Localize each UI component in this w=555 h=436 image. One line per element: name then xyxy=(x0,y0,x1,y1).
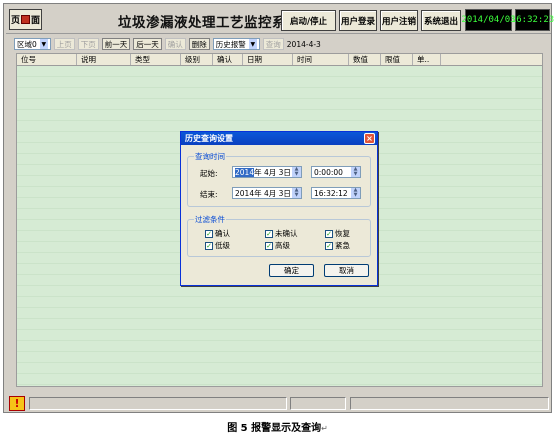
chevron-down-icon: ▼ xyxy=(248,39,257,49)
exit-button[interactable]: 系统退出 xyxy=(421,10,461,31)
column-header[interactable]: 位号 xyxy=(17,54,77,65)
history-query-dialog: 历史查询设置 × 查询时间 起始: 2014 年 4月 3日 ▲ ▼ 0:00:0… xyxy=(180,131,378,286)
history-select[interactable]: 历史报警 ▼ xyxy=(212,38,260,50)
column-header[interactable]: 说明 xyxy=(77,54,131,65)
filter-low-checkbox[interactable]: ✓ 低级 xyxy=(205,240,230,251)
start-date-rest: 年 4月 3日 xyxy=(254,167,291,177)
start-year: 2014 xyxy=(235,167,255,177)
delete-button[interactable]: 删除 xyxy=(188,38,210,50)
status-panel-message xyxy=(29,397,287,410)
column-header[interactable]: 时间 xyxy=(293,54,349,65)
filter-label: 紧急 xyxy=(335,241,350,250)
column-header[interactable]: 类型 xyxy=(131,54,181,65)
start-stop-button[interactable]: 启动/停止 xyxy=(281,10,336,31)
cancel-button[interactable]: 取消 xyxy=(324,264,369,277)
date-display: 2014/04/03 xyxy=(461,9,516,31)
filter-label: 高级 xyxy=(275,241,290,250)
start-time: 0:00:00 xyxy=(314,167,343,177)
column-header-filler xyxy=(441,54,542,65)
filter-confirmed-checkbox[interactable]: ✓ 确认 xyxy=(205,228,230,239)
dialog-titlebar: 历史查询设置 × xyxy=(181,132,377,145)
filter-recovered-checkbox[interactable]: ✓ 恢复 xyxy=(325,228,350,239)
system-title: 垃圾渗漏液处理工艺监控系统 xyxy=(118,15,300,31)
figure-caption: 图 5 报警显示及查询↵ xyxy=(0,419,555,434)
query-time-group: 查询时间 起始: 2014 年 4月 3日 ▲ ▼ 0:00:00 ▲ ▼ 结束: … xyxy=(187,151,371,207)
filter-label: 恢复 xyxy=(335,229,350,238)
filter-group: 过滤条件 ✓ 确认 ✓ 未确认 ✓ 恢复 ✓ 低级 ✓ 高级 ✓ 紧急 xyxy=(187,214,371,257)
area-select-value: 区域0 xyxy=(17,39,37,49)
column-header[interactable]: 级别 xyxy=(181,54,213,65)
end-label: 结束: xyxy=(200,190,218,199)
next-day-button[interactable]: 后一天 xyxy=(133,38,162,50)
checkmark-icon: ✓ xyxy=(205,229,213,238)
spin-icon[interactable]: ▲ ▼ xyxy=(292,167,301,177)
checkmark-icon: ✓ xyxy=(325,229,333,238)
filter-label: 未确认 xyxy=(275,229,298,238)
checkmark-icon: ✓ xyxy=(205,241,213,250)
filter-unconfirmed-checkbox[interactable]: ✓ 未确认 xyxy=(265,228,298,239)
column-header[interactable]: 单.. xyxy=(413,54,441,65)
page-button-label-2: 面 xyxy=(31,16,41,26)
spin-icon[interactable]: ▲ ▼ xyxy=(351,188,360,198)
column-header[interactable]: 日期 xyxy=(243,54,293,65)
column-header[interactable]: 限值 xyxy=(381,54,413,65)
history-select-value: 历史报警 xyxy=(215,39,246,49)
spin-icon[interactable]: ▲ ▼ xyxy=(292,188,301,198)
filter-label: 低级 xyxy=(215,241,230,250)
paragraph-mark-icon: ↵ xyxy=(321,424,328,433)
filter-high-checkbox[interactable]: ✓ 高级 xyxy=(265,240,290,251)
filter-urgent-checkbox[interactable]: ✓ 紧急 xyxy=(325,240,350,251)
area-select[interactable]: 区域0 ▼ xyxy=(14,38,51,50)
next-page-button[interactable]: 下页 xyxy=(77,38,99,50)
status-panel-2 xyxy=(290,397,346,410)
caption-text: 图 5 报警显示及查询 xyxy=(227,423,322,434)
column-header[interactable]: 数值 xyxy=(349,54,381,65)
login-button[interactable]: 用户登录 xyxy=(339,10,377,31)
status-panel-3 xyxy=(350,397,549,410)
table-header: 位号 说明 类型 级别 确认 日期 时间 数值 限值 单.. xyxy=(17,54,542,66)
page-button[interactable]: 页 面 xyxy=(9,9,42,30)
end-time: 16:32:12 xyxy=(314,188,348,198)
chevron-down-icon: ▼ xyxy=(39,39,48,49)
header-bar: 页 面 垃圾渗漏液处理工艺监控系统 启动/停止 用户登录 用户注销 系统退出 2… xyxy=(6,6,554,34)
start-date-picker[interactable]: 2014 年 4月 3日 ▲ ▼ xyxy=(232,166,302,178)
query-button[interactable]: 查询 xyxy=(262,38,284,50)
start-label: 起始: xyxy=(200,169,218,178)
checkmark-icon: ✓ xyxy=(265,241,273,250)
prev-page-button[interactable]: 上页 xyxy=(53,38,75,50)
page-icon xyxy=(21,15,30,24)
filter-label: 确认 xyxy=(215,229,230,238)
group-label-time: 查询时间 xyxy=(194,151,226,162)
group-label-filter: 过滤条件 xyxy=(194,214,226,225)
toolbar-date: 2014-4-3 xyxy=(286,39,321,49)
ok-button[interactable]: 确定 xyxy=(269,264,314,277)
end-time-picker[interactable]: 16:32:12 ▲ ▼ xyxy=(311,187,361,199)
checkmark-icon: ✓ xyxy=(265,229,273,238)
alarm-icon[interactable]: ! xyxy=(9,396,25,411)
end-date-picker[interactable]: 2014年 4月 3日 ▲ ▼ xyxy=(232,187,302,199)
logout-button[interactable]: 用户注销 xyxy=(380,10,418,31)
close-icon[interactable]: × xyxy=(364,133,375,144)
dialog-title: 历史查询设置 xyxy=(185,134,233,143)
time-display: 16:32:23 xyxy=(511,9,554,31)
status-bar: ! xyxy=(6,394,551,412)
start-time-picker[interactable]: 0:00:00 ▲ ▼ xyxy=(311,166,361,178)
spin-icon[interactable]: ▲ ▼ xyxy=(351,167,360,177)
confirm-button[interactable]: 确认 xyxy=(164,38,186,50)
end-date: 2014年 4月 3日 xyxy=(235,188,291,198)
checkmark-icon: ✓ xyxy=(325,241,333,250)
prev-day-button[interactable]: 前一天 xyxy=(101,38,131,50)
column-header[interactable]: 确认 xyxy=(213,54,243,65)
alarm-toolbar: 区域0 ▼ 上页 下页 前一天 后一天 确认 删除 历史报警 ▼ 查询 2014… xyxy=(6,36,551,52)
page-button-label: 页 xyxy=(10,16,20,26)
